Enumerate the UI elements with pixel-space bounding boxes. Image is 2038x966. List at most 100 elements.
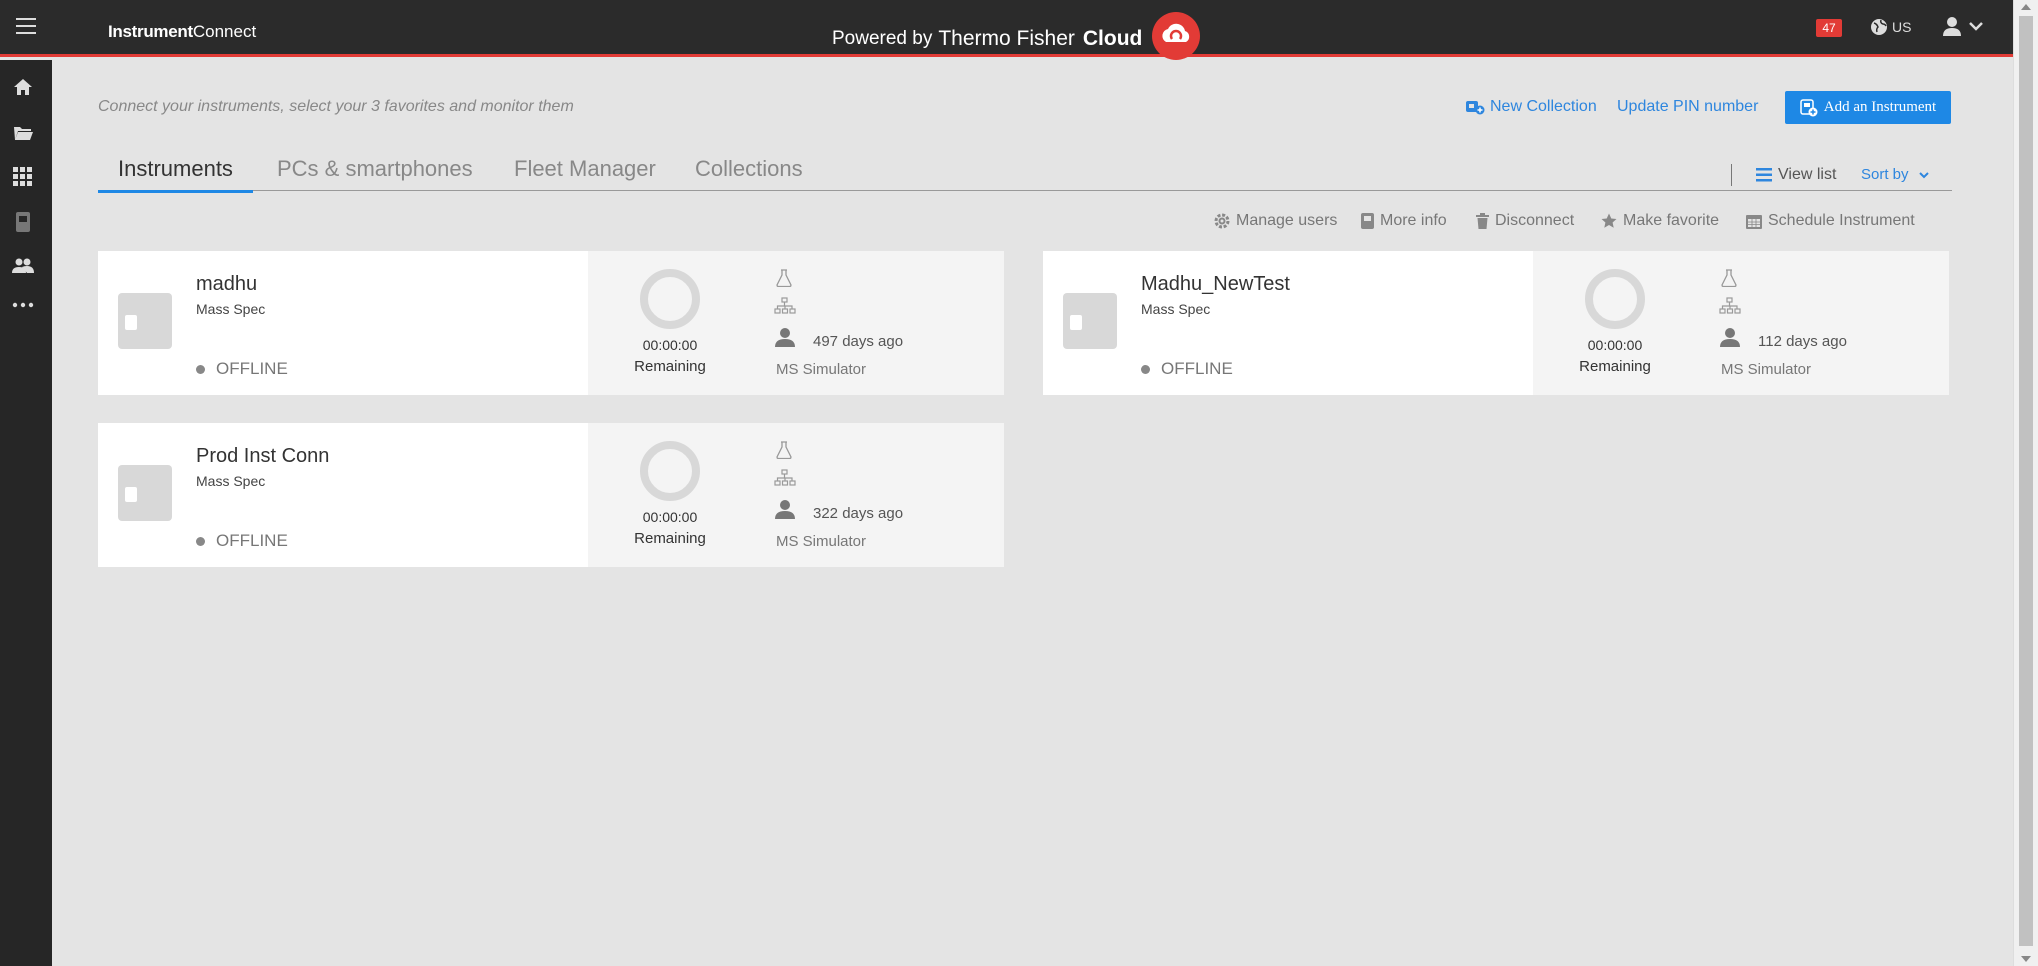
instrument-card-details: 00:00:00 Remaining 497 days ago MS Simul… — [588, 251, 1004, 395]
list-icon — [1756, 168, 1772, 182]
scrollbar-thumb[interactable] — [2019, 16, 2033, 946]
instrument-card-info[interactable]: madhu Mass Spec OFFLINE — [98, 251, 588, 395]
instrument-name[interactable]: Prod Inst Conn — [196, 445, 329, 468]
globe-icon — [1871, 19, 1887, 35]
instrument-status: OFFLINE — [196, 531, 288, 551]
make-favorite-label: Make favorite — [1623, 212, 1720, 229]
instrument-name[interactable]: Madhu_NewTest — [1141, 273, 1290, 296]
more-icon[interactable] — [12, 294, 34, 316]
device-icon — [1063, 293, 1117, 349]
instrument-type: Mass Spec — [196, 301, 266, 317]
region-selector[interactable]: US — [1870, 18, 1911, 36]
gear-icon — [1214, 213, 1230, 229]
top-bar: InstrumentConnect Powered by Thermo Fish… — [0, 0, 2013, 60]
notification-badge[interactable]: 47 — [1816, 19, 1842, 37]
progress-ring-icon — [640, 441, 700, 501]
user-icon — [775, 500, 795, 519]
status-dot-icon — [196, 536, 205, 546]
status-label: OFFLINE — [216, 531, 288, 550]
more-info-action[interactable]: More info — [1361, 212, 1447, 230]
brand-bold: Instrument — [108, 22, 193, 41]
instrument-card[interactable]: Prod Inst Conn Mass Spec OFFLINE 00:00:0… — [98, 423, 1004, 567]
schedule-instrument-action[interactable]: Schedule Instrument — [1746, 212, 1915, 230]
flask-icon — [1721, 269, 1737, 287]
trash-icon — [1476, 213, 1489, 229]
user-menu[interactable] — [1942, 16, 1984, 36]
remaining-label: Remaining — [634, 530, 706, 547]
app-brand[interactable]: InstrumentConnect — [108, 22, 256, 42]
progress-ring-icon — [640, 269, 700, 329]
new-collection-label: New Collection — [1490, 98, 1597, 115]
simulator-name: MS Simulator — [776, 533, 867, 550]
flask-icon — [776, 441, 792, 459]
tab-pcs-smartphones[interactable]: PCs & smartphones — [257, 156, 493, 190]
run-timer: 00:00:00 — [642, 337, 698, 353]
cloud-logo-icon — [1152, 12, 1201, 60]
tab-separator — [1731, 164, 1732, 186]
collection-icon — [1466, 101, 1485, 115]
more-info-label: More info — [1380, 212, 1447, 229]
chevron-down-icon — [1969, 22, 1983, 31]
apps-grid-icon[interactable] — [12, 166, 34, 188]
device-icon — [118, 465, 172, 521]
home-icon[interactable] — [12, 76, 34, 98]
instrument-card-info[interactable]: Prod Inst Conn Mass Spec OFFLINE — [98, 423, 588, 567]
last-seen: 322 days ago — [813, 505, 904, 522]
user-icon — [775, 328, 795, 347]
instrument-icon[interactable] — [12, 211, 34, 233]
instrument-status: OFFLINE — [196, 359, 288, 379]
network-icon — [774, 297, 796, 314]
view-list-toggle[interactable]: View list — [1756, 166, 1836, 184]
tab-bar: Instruments PCs & smartphones Fleet Mana… — [98, 150, 1952, 193]
manage-users-action[interactable]: Manage users — [1214, 212, 1337, 230]
status-label: OFFLINE — [216, 359, 288, 378]
schedule-instrument-label: Schedule Instrument — [1768, 212, 1915, 229]
disconnect-label: Disconnect — [1495, 212, 1575, 229]
powered-cloud: Cloud — [1082, 27, 1143, 50]
add-instrument-label: Add an Instrument — [1823, 99, 1937, 115]
hamburger-menu-icon[interactable] — [16, 18, 36, 36]
users-icon[interactable] — [12, 255, 34, 277]
scroll-down-arrow[interactable] — [2021, 956, 2031, 962]
sort-by-label: Sort by — [1861, 166, 1909, 183]
network-icon — [774, 469, 796, 486]
network-icon — [1719, 297, 1741, 314]
calendar-icon — [1746, 214, 1762, 229]
make-favorite-action[interactable]: Make favorite — [1601, 212, 1719, 230]
instrument-card[interactable]: madhu Mass Spec OFFLINE 00:00:00 Remaini… — [98, 251, 1004, 395]
powered-brand: Thermo Fisher — [938, 27, 1075, 50]
remaining-label: Remaining — [634, 358, 706, 375]
instrument-card[interactable]: Madhu_NewTest Mass Spec OFFLINE 00:00:00… — [1043, 251, 1949, 395]
powered-by: Powered by Thermo Fisher Cloud — [832, 12, 1201, 63]
left-nav-rail — [0, 60, 52, 966]
folder-icon[interactable] — [12, 122, 34, 144]
run-timer: 00:00:00 — [1587, 337, 1643, 353]
instrument-card-info[interactable]: Madhu_NewTest Mass Spec OFFLINE — [1043, 251, 1533, 395]
vertical-scrollbar[interactable] — [2013, 0, 2038, 966]
page-subtitle: Connect your instruments, select your 3 … — [98, 98, 574, 115]
instrument-card-details: 00:00:00 Remaining 112 days ago MS Simul… — [1533, 251, 1949, 395]
view-list-label: View list — [1778, 166, 1837, 183]
star-icon — [1601, 213, 1617, 228]
simulator-name: MS Simulator — [776, 361, 867, 378]
update-pin-label: Update PIN number — [1617, 98, 1759, 115]
user-icon — [1720, 328, 1740, 347]
sort-by-dropdown[interactable]: Sort by — [1861, 166, 1929, 183]
tab-collections[interactable]: Collections — [675, 156, 823, 190]
run-timer: 00:00:00 — [642, 509, 698, 525]
add-instrument-icon — [1800, 98, 1818, 116]
flask-icon — [776, 269, 792, 287]
status-label: OFFLINE — [1161, 359, 1233, 378]
new-collection-link[interactable]: New Collection — [1463, 98, 1597, 116]
update-pin-link[interactable]: Update PIN number — [1617, 98, 1758, 116]
tab-instruments[interactable]: Instruments — [98, 156, 253, 193]
tab-fleet-manager[interactable]: Fleet Manager — [494, 156, 676, 190]
add-instrument-button[interactable]: Add an Instrument — [1785, 91, 1951, 124]
last-seen: 497 days ago — [813, 333, 904, 350]
status-dot-icon — [1141, 364, 1150, 374]
user-icon — [1943, 17, 1961, 36]
instrument-name[interactable]: madhu — [196, 273, 257, 296]
scroll-up-arrow[interactable] — [2021, 4, 2031, 10]
chevron-down-icon — [1918, 172, 1929, 179]
disconnect-action[interactable]: Disconnect — [1476, 212, 1574, 230]
